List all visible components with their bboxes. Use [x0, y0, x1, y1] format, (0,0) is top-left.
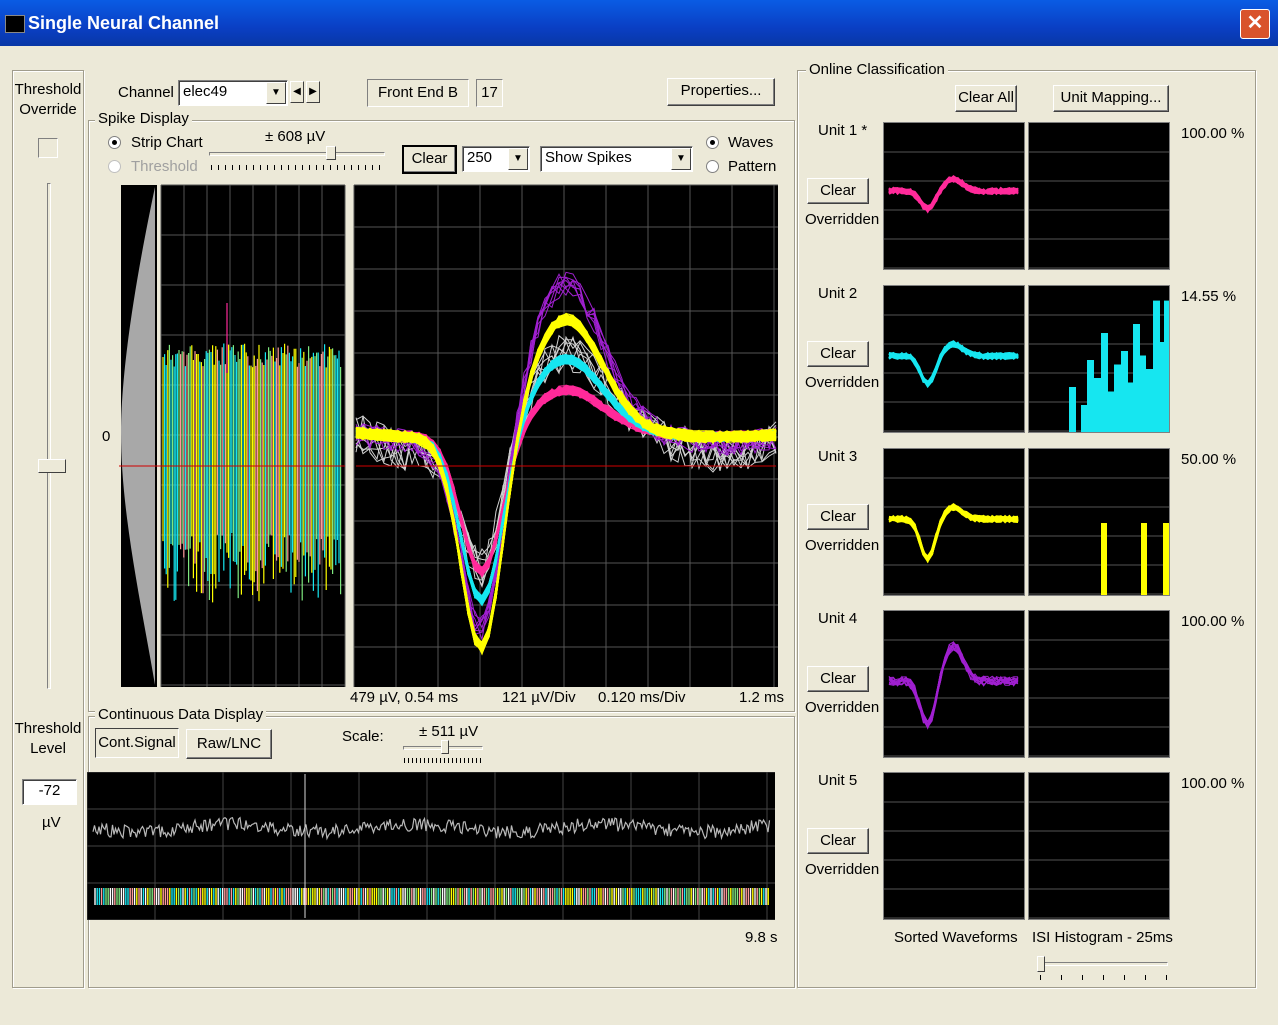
channel-next-button[interactable]: ▶ [306, 81, 320, 103]
waves-label: Waves [728, 134, 774, 151]
threshold-unit: µV [42, 814, 61, 831]
strip-chart-radio[interactable] [108, 136, 121, 149]
continuous-data-label: Continuous Data Display [95, 706, 267, 723]
threshold-slider-thumb[interactable] [38, 459, 66, 474]
threshold-level-input[interactable]: -72 [22, 779, 77, 805]
unit-percent: 100.00 % [1181, 613, 1245, 630]
continuous-scale-label: Scale: [342, 728, 384, 745]
isi-range-ticks [1040, 975, 1168, 980]
unit-clear-button[interactable]: Clear [807, 828, 869, 854]
window-title: Single Neural Channel [28, 13, 220, 33]
waveform-time-per-div: 0.120 ms/Div [598, 689, 686, 706]
channel-number: 17 [476, 79, 503, 107]
unit-waveform-plot [883, 448, 1025, 596]
continuous-scale-value: ± 511 µV [419, 723, 479, 740]
spike-scale-value: ± 608 µV [265, 128, 326, 145]
waves-radio[interactable] [706, 136, 719, 149]
unit-isi-histogram [1028, 122, 1170, 270]
unit-isi-histogram [1028, 772, 1170, 920]
threshold-override-checkbox[interactable] [38, 138, 58, 158]
continuous-scale-slider-thumb[interactable] [441, 740, 449, 754]
spike-display-label: Spike Display [95, 110, 192, 127]
classification-label: Online Classification [806, 61, 948, 78]
spike-clear-button[interactable]: Clear [402, 145, 457, 174]
threshold-slider-track[interactable] [47, 183, 51, 689]
unit-percent: 50.00 % [1181, 451, 1237, 468]
isi-range-slider-thumb[interactable] [1037, 956, 1045, 972]
unit-clear-button[interactable]: Clear [807, 504, 869, 530]
spike-mode-value: Show Spikes [545, 149, 632, 166]
spike-mode-dropdown-button[interactable]: ▼ [671, 148, 691, 170]
unit-isi-histogram [1028, 285, 1170, 433]
continuous-scale-ticks [404, 758, 484, 763]
unit-isi-histogram [1028, 448, 1170, 596]
threshold-radio[interactable] [108, 160, 121, 173]
strip-chart-label: Strip Chart [131, 134, 203, 151]
spike-scale-ticks [211, 165, 385, 170]
waveform-amplitude-info: 479 µV, 0.54 ms [350, 689, 459, 706]
spike-scale-slider[interactable] [209, 152, 385, 156]
pattern-radio[interactable] [706, 160, 719, 173]
channel-prev-button[interactable]: ◀ [290, 81, 304, 103]
waveform-plot [352, 183, 780, 689]
unit-name: Unit 4 [818, 610, 858, 627]
unit-mapping-button[interactable]: Unit Mapping... [1053, 85, 1169, 112]
threshold-level-label: Threshold Level [14, 720, 82, 757]
unit-status: Overridden [805, 537, 880, 554]
isi-range-slider[interactable] [1040, 962, 1168, 966]
unit-status: Overridden [805, 374, 880, 391]
properties-button[interactable]: Properties... [667, 78, 775, 106]
threshold-override-label: Threshold Override [14, 81, 82, 118]
unit-name: Unit 2 [818, 285, 858, 302]
spike-count-dropdown-button[interactable]: ▼ [508, 148, 528, 170]
unit-name: Unit 5 [818, 772, 858, 789]
waveform-volts-per-div: 121 µV/Div [502, 689, 576, 706]
continuous-time-span: 9.8 s [745, 929, 778, 946]
unit-clear-button[interactable]: Clear [807, 341, 869, 367]
threshold-radio-label: Threshold [131, 158, 198, 175]
unit-percent: 14.55 % [1181, 288, 1237, 305]
unit-percent: 100.00 % [1181, 125, 1245, 142]
zero-axis-label: 0 [102, 428, 111, 445]
raw-lnc-button[interactable]: Raw/LNC [186, 729, 272, 759]
unit-waveform-plot [883, 285, 1025, 433]
unit-status: Overridden [805, 699, 880, 716]
close-button[interactable]: ✕ [1240, 9, 1270, 39]
strip-chart-frame [119, 183, 349, 689]
unit-isi-histogram [1028, 610, 1170, 758]
sorted-waveforms-label: Sorted Waveforms [894, 929, 1018, 946]
strip-chart-plot [119, 184, 346, 687]
channel-dropdown-button[interactable]: ▼ [266, 82, 286, 104]
unit-status: Overridden [805, 211, 880, 228]
unit-clear-button[interactable]: Clear [807, 666, 869, 692]
isi-histogram-label: ISI Histogram - 25ms [1032, 929, 1173, 946]
unit-percent: 100.00 % [1181, 775, 1245, 792]
front-end-indicator: Front End B [367, 79, 469, 107]
continuous-signal-plot [87, 772, 775, 920]
unit-status: Overridden [805, 861, 880, 878]
cont-signal-button[interactable]: Cont.Signal [95, 728, 179, 758]
unit-name: Unit 1 * [818, 122, 868, 139]
channel-label: Channel [118, 84, 174, 101]
app-icon [5, 15, 25, 33]
spike-count-value: 250 [467, 149, 493, 166]
clear-all-button[interactable]: Clear All [955, 85, 1017, 112]
waveform-time-span: 1.2 ms [739, 689, 785, 706]
unit-waveform-plot [883, 610, 1025, 758]
pattern-label: Pattern [728, 158, 777, 175]
unit-waveform-plot [883, 122, 1025, 270]
channel-value: elec49 [183, 83, 228, 100]
unit-waveform-plot [883, 772, 1025, 920]
unit-name: Unit 3 [818, 448, 858, 465]
spike-scale-slider-thumb[interactable] [326, 146, 336, 160]
unit-clear-button[interactable]: Clear [807, 178, 869, 204]
